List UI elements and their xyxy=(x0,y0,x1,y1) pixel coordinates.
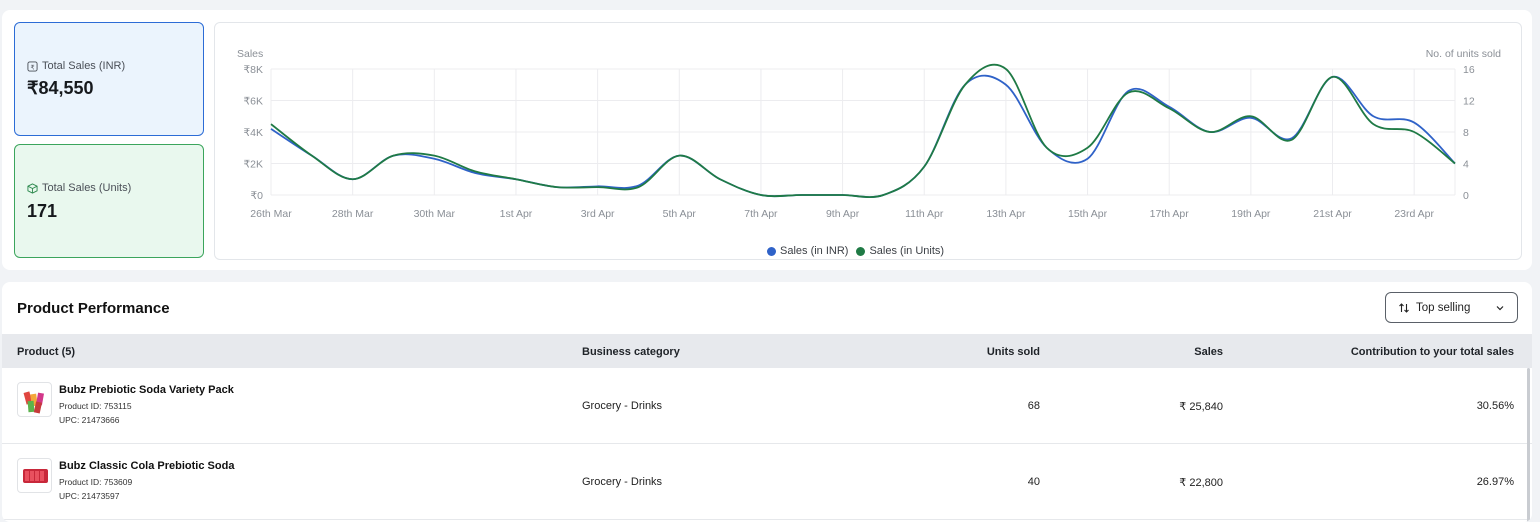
total-sales-units-label-row: Total Sales (Units) xyxy=(27,182,131,194)
x-tick-label: 9th Apr xyxy=(826,208,860,220)
col-header-units[interactable]: Units sold xyxy=(987,346,1040,358)
y-right-tick-label: 4 xyxy=(1463,159,1469,171)
y-left-tick-label: ₹2K xyxy=(243,159,263,171)
box-icon xyxy=(27,182,38,194)
table-row[interactable]: Bubz Classic Cola Prebiotic Soda Product… xyxy=(2,444,1532,520)
col-header-contribution[interactable]: Contribution to your total sales xyxy=(1351,346,1514,358)
chevron-down-icon xyxy=(1496,305,1504,310)
total-sales-inr-label-row: ₹ Total Sales (INR) xyxy=(27,60,125,72)
chart-legend: Sales (in INR) Sales (in Units) xyxy=(767,245,944,257)
units-sold: 40 xyxy=(1027,476,1040,488)
total-sales-inr-label: Total Sales (INR) xyxy=(42,60,126,72)
y-right-tick-label: 12 xyxy=(1463,96,1475,108)
legend-item-units[interactable]: Sales (in Units) xyxy=(856,245,944,257)
series-line-units xyxy=(270,63,1456,198)
y-left-tick-label: ₹6K xyxy=(243,96,263,108)
table-scrollbar[interactable] xyxy=(1527,368,1530,522)
product-image xyxy=(23,469,48,483)
y-right-tick-label: 8 xyxy=(1463,127,1469,139)
col-header-product[interactable]: Product (5) xyxy=(17,346,75,358)
business-category: Grocery - Drinks xyxy=(582,476,663,488)
x-tick-label: 7th Apr xyxy=(744,208,778,220)
x-tick-label: 26th Mar xyxy=(250,208,292,220)
x-tick-label: 5th Apr xyxy=(663,208,697,220)
y-left-axis-title: Sales xyxy=(237,48,263,60)
x-tick-label: 19th Apr xyxy=(1231,208,1271,220)
svg-text:₹: ₹ xyxy=(30,63,34,71)
sort-arrows-icon xyxy=(1399,302,1409,313)
table-row[interactable]: Bubz Prebiotic Soda Variety Pack Product… xyxy=(2,368,1532,444)
rupee-icon: ₹ xyxy=(27,60,38,72)
x-tick-label: 17th Apr xyxy=(1150,208,1190,220)
product-performance-title: Product Performance xyxy=(17,300,170,317)
product-performance-panel: Product Performance Top selling Product … xyxy=(2,282,1532,522)
product-name[interactable]: Bubz Prebiotic Soda Variety Pack xyxy=(59,384,234,396)
legend-item-inr[interactable]: Sales (in INR) xyxy=(767,245,848,257)
y-left-tick-label: ₹4K xyxy=(243,127,263,139)
y-right-axis-title: No. of units sold xyxy=(1426,48,1501,60)
units-sold: 68 xyxy=(1027,400,1040,412)
product-image xyxy=(23,391,44,414)
contribution-value: 26.97% xyxy=(1476,476,1514,488)
y-left-tick-label: ₹0 xyxy=(250,190,263,202)
legend-dot-inr xyxy=(767,246,776,256)
sort-dropdown-label: Top selling xyxy=(1416,301,1471,314)
col-header-sales[interactable]: Sales xyxy=(1194,346,1223,358)
table-header: Product (5) Business category Units sold… xyxy=(2,334,1532,368)
x-tick-label: 3rd Apr xyxy=(581,208,615,220)
total-sales-units-value: 171 xyxy=(27,201,58,221)
x-tick-label: 28th Mar xyxy=(332,208,374,220)
product-id: Product ID: 753115 xyxy=(59,401,132,411)
y-left-tick-label: ₹8K xyxy=(243,64,263,76)
product-thumbnail xyxy=(17,382,52,417)
x-tick-label: 1st Apr xyxy=(500,208,533,220)
x-tick-label: 30th Mar xyxy=(414,208,456,220)
total-sales-inr-value: ₹84,550 xyxy=(27,78,94,98)
legend-dot-units xyxy=(856,246,866,256)
sales-value: ₹ 22,800 xyxy=(1179,477,1223,489)
total-sales-inr-card: ₹ Total Sales (INR) ₹84,550 xyxy=(14,22,204,136)
y-right-tick-label: 16 xyxy=(1463,64,1475,76)
total-sales-units-label: Total Sales (Units) xyxy=(42,182,132,194)
x-tick-label: 11th Apr xyxy=(905,208,944,220)
legend-label-inr: Sales (in INR) xyxy=(780,245,849,257)
total-sales-units-card: Total Sales (Units) 171 xyxy=(14,144,204,258)
x-tick-label: 13th Apr xyxy=(986,208,1026,220)
product-upc: UPC: 21473666 xyxy=(59,415,120,425)
product-thumbnail xyxy=(17,458,52,493)
legend-label-units: Sales (in Units) xyxy=(869,245,945,257)
y-right-tick-label: 0 xyxy=(1463,190,1469,202)
product-id: Product ID: 753609 xyxy=(59,477,133,487)
x-tick-label: 15th Apr xyxy=(1068,208,1108,220)
col-header-category[interactable]: Business category xyxy=(582,346,680,358)
sales-chart: ₹8K 16 ₹6K 12 ₹4K 8 ₹2K 4 ₹0 0 26th Mar 28th Mar 30t… xyxy=(214,22,1522,260)
business-category: Grocery - Drinks xyxy=(582,400,663,412)
product-name[interactable]: Bubz Classic Cola Prebiotic Soda xyxy=(59,460,234,472)
sales-chart-svg: ₹8K 16 ₹6K 12 ₹4K 8 ₹2K 4 ₹0 0 26th Mar 28th Mar 30t… xyxy=(237,48,1501,220)
sales-summary-panel: ₹ Total Sales (INR) ₹84,550 Total Sales … xyxy=(2,10,1532,270)
product-upc: UPC: 21473597 xyxy=(59,491,120,501)
x-tick-label: 23rd Apr xyxy=(1394,208,1434,220)
sales-value: ₹ 25,840 xyxy=(1179,401,1223,413)
sort-dropdown[interactable]: Top selling xyxy=(1385,292,1518,323)
x-tick-label: 21st Apr xyxy=(1313,208,1352,220)
contribution-value: 30.56% xyxy=(1476,400,1514,412)
